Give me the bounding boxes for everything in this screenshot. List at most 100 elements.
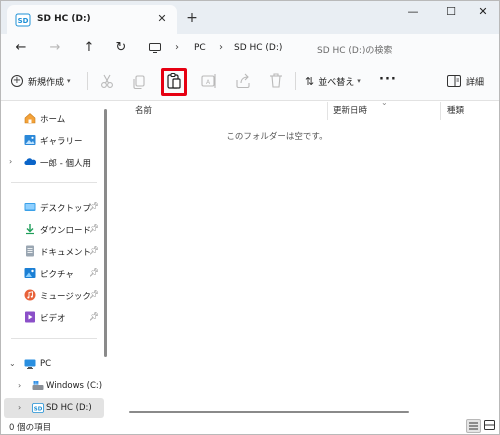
item-count: 0 個の項目 bbox=[9, 423, 52, 433]
address-bar[interactable]: › PC › SD HC (D:) bbox=[141, 37, 305, 59]
status-bar: 0 個の項目 bbox=[1, 418, 499, 434]
close-tab-icon[interactable]: ✕ bbox=[155, 12, 169, 26]
chevron-down-icon[interactable]: ⌄ bbox=[9, 359, 16, 368]
breadcrumb-pc[interactable]: PC bbox=[194, 43, 206, 53]
pin-icon[interactable]: 📌︎ bbox=[89, 224, 99, 233]
chevron-down-icon: ▾ bbox=[357, 77, 361, 85]
new-label: 新規作成 bbox=[28, 77, 65, 88]
nav-pane-scrollbar[interactable] bbox=[104, 109, 107, 357]
pictures-icon bbox=[24, 268, 36, 278]
pin-icon[interactable]: 📌︎ bbox=[89, 290, 99, 299]
nav-item-label: ピクチャ bbox=[40, 270, 74, 280]
column-header-modified[interactable]: 更新日時 bbox=[333, 104, 367, 116]
tab-sd-hc[interactable]: SD SD HC (D:) ✕ bbox=[7, 5, 177, 34]
minimize-icon[interactable]: — bbox=[399, 3, 427, 21]
column-header-name[interactable]: 名前 bbox=[135, 104, 152, 116]
svg-text:A: A bbox=[206, 79, 211, 86]
new-tab-icon[interactable]: + bbox=[184, 10, 200, 26]
tab-icon-text: SD bbox=[18, 17, 29, 25]
nav-item-downloads[interactable]: ダウンロード 📌︎ bbox=[1, 219, 105, 239]
horizontal-scrollbar[interactable] bbox=[129, 411, 409, 413]
details-view-button[interactable] bbox=[466, 419, 481, 433]
chevron-right-icon[interactable]: › bbox=[9, 157, 12, 166]
rename-icon[interactable]: A bbox=[199, 71, 219, 91]
search-box[interactable]: SD HC (D:)の検索 bbox=[311, 37, 491, 59]
details-pane-icon bbox=[447, 75, 461, 87]
paste-highlight-box bbox=[161, 68, 187, 96]
command-bar: + 新規作成 ▾ A ⇅ 並べ替え ▾ ··· 詳細 bbox=[1, 61, 499, 101]
breadcrumb-chevron-icon: › bbox=[175, 42, 179, 53]
column-divider[interactable] bbox=[440, 102, 441, 120]
share-icon[interactable] bbox=[233, 71, 253, 91]
pin-icon[interactable]: 📌︎ bbox=[89, 202, 99, 211]
refresh-icon[interactable]: ↻ bbox=[111, 38, 131, 58]
download-icon bbox=[26, 224, 34, 235]
nav-item-music[interactable]: ミュージック 📌︎ bbox=[1, 285, 105, 305]
nav-item-desktop[interactable]: デスクトップ 📌︎ bbox=[1, 197, 105, 217]
navigation-pane: ホーム ギャラリー › 一郎 - 個人用 デスクトップ 📌︎ ダウンロード 📌︎… bbox=[1, 102, 111, 418]
nav-item-pc[interactable]: ⌄ PC bbox=[1, 354, 105, 374]
nav-item-label: ホーム bbox=[40, 115, 66, 125]
navigation-bar: ← → ↑ ↻ › PC › SD HC (D:) SD HC (D:)の検索 bbox=[1, 34, 499, 61]
nav-item-label: ギャラリー bbox=[40, 137, 83, 147]
nav-item-videos[interactable]: ビデオ 📌︎ bbox=[1, 307, 105, 327]
nav-item-home[interactable]: ホーム bbox=[1, 108, 105, 128]
nav-item-windows-c[interactable]: › Windows (C:) bbox=[1, 376, 105, 396]
maximize-icon[interactable]: ☐ bbox=[437, 3, 465, 21]
music-icon bbox=[24, 289, 36, 301]
nav-divider bbox=[11, 338, 97, 339]
pc-icon bbox=[24, 359, 36, 369]
videos-icon bbox=[25, 311, 35, 323]
nav-item-label: ミュージック bbox=[40, 292, 91, 302]
delete-icon[interactable] bbox=[266, 71, 286, 91]
tiles-view-button[interactable] bbox=[483, 419, 498, 433]
new-button[interactable]: + 新規作成 ▾ bbox=[11, 72, 71, 90]
nav-divider bbox=[11, 182, 97, 183]
back-arrow-icon[interactable]: ← bbox=[11, 38, 31, 58]
monitor-icon bbox=[149, 43, 161, 53]
details-label: 詳細 bbox=[466, 77, 485, 88]
nav-item-label: ビデオ bbox=[40, 314, 66, 324]
nav-item-label: PC bbox=[40, 359, 52, 369]
tab-title: SD HC (D:) bbox=[37, 14, 91, 24]
nav-item-label: デスクトップ bbox=[40, 204, 92, 214]
nav-item-label: ダウンロード bbox=[40, 226, 92, 236]
pin-icon[interactable]: 📌︎ bbox=[89, 312, 99, 321]
plus-icon: + bbox=[11, 75, 23, 87]
cut-icon[interactable] bbox=[97, 71, 117, 91]
forward-arrow-icon[interactable]: → bbox=[45, 38, 65, 58]
copy-icon[interactable] bbox=[129, 71, 149, 91]
more-options-icon[interactable]: ··· bbox=[379, 72, 397, 87]
sort-caret-icon: ⌄ bbox=[381, 98, 388, 107]
breadcrumb-sd-hc[interactable]: SD HC (D:) bbox=[234, 43, 282, 53]
breadcrumb-chevron-icon: › bbox=[219, 42, 223, 53]
column-divider[interactable] bbox=[327, 102, 328, 120]
nav-item-label: SD HC (D:) bbox=[46, 403, 92, 413]
tiles-view-icon bbox=[484, 420, 495, 430]
desktop-icon bbox=[24, 203, 36, 211]
details-button[interactable]: 詳細 bbox=[447, 73, 484, 89]
list-view-icon bbox=[469, 422, 478, 430]
nav-item-documents[interactable]: ドキュメント 📌︎ bbox=[1, 241, 105, 261]
documents-icon bbox=[26, 245, 34, 257]
onedrive-icon bbox=[24, 158, 36, 165]
nav-item-gallery[interactable]: ギャラリー bbox=[1, 130, 105, 150]
pin-icon[interactable]: 📌︎ bbox=[89, 268, 99, 277]
nav-item-label: 一郎 - 個人用 bbox=[40, 159, 91, 169]
pin-icon[interactable]: 📌︎ bbox=[89, 246, 99, 255]
home-icon bbox=[24, 113, 36, 124]
nav-item-sd-hc[interactable]: › SD SD HC (D:) bbox=[4, 398, 104, 418]
up-arrow-icon[interactable]: ↑ bbox=[79, 38, 99, 58]
title-bar: SD SD HC (D:) ✕ + — ☐ ✕ bbox=[1, 1, 499, 34]
nav-item-onedrive[interactable]: › 一郎 - 個人用 bbox=[1, 152, 105, 172]
close-window-icon[interactable]: ✕ bbox=[469, 3, 497, 21]
sort-button[interactable]: ⇅ 並べ替え ▾ bbox=[305, 73, 361, 89]
chevron-right-icon[interactable]: › bbox=[18, 403, 21, 412]
sd-card-icon: SD bbox=[15, 13, 31, 27]
column-header-type[interactable]: 種類 bbox=[447, 104, 464, 116]
chevron-down-icon: ▾ bbox=[67, 77, 71, 85]
chevron-right-icon[interactable]: › bbox=[18, 381, 21, 390]
nav-item-label: ドキュメント bbox=[40, 248, 92, 258]
toolbar-divider bbox=[295, 72, 296, 90]
nav-item-pictures[interactable]: ピクチャ 📌︎ bbox=[1, 263, 105, 283]
